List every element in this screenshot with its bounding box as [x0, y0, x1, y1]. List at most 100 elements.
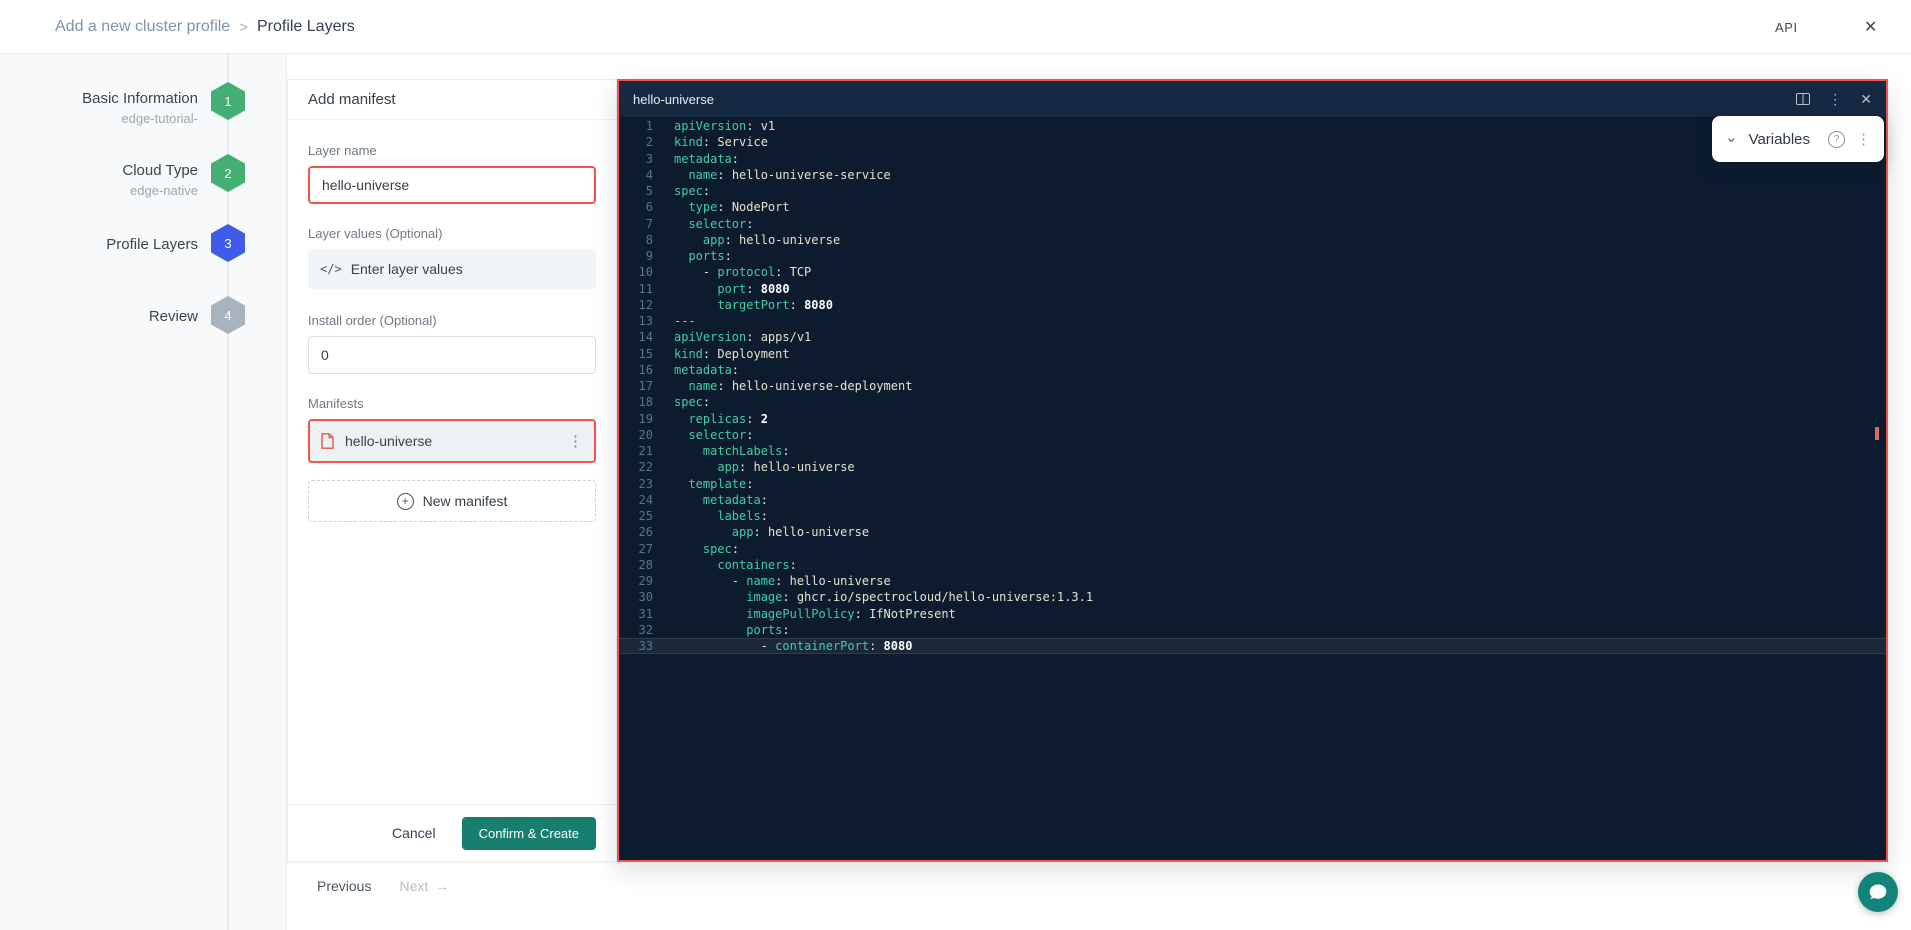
- variables-label: Variables: [1749, 131, 1817, 148]
- code-line: 11 port: 8080: [619, 281, 1886, 297]
- code-line: 2kind: Service: [619, 134, 1886, 150]
- code-line-content: ---: [653, 313, 696, 329]
- layer-name-input[interactable]: [308, 166, 596, 204]
- previous-button[interactable]: Previous: [317, 878, 371, 894]
- code-line-content: kind: Deployment: [653, 346, 790, 362]
- code-line: 18spec:: [619, 394, 1886, 410]
- line-number: 11: [619, 281, 653, 297]
- step-sublabel-cloud-type: edge-native: [0, 183, 198, 198]
- manifest-item[interactable]: hello-universe ⋮: [308, 419, 596, 463]
- code-line-content: apiVersion: apps/v1: [653, 329, 811, 345]
- step-badge-2[interactable]: 2: [211, 154, 245, 192]
- code-line: 3metadata:: [619, 151, 1886, 167]
- editor-kebab-icon[interactable]: ⋮: [1828, 92, 1842, 106]
- editor-header: hello-universe ⋮ ✕: [619, 81, 1886, 118]
- enter-layer-values-label: Enter layer values: [351, 261, 463, 277]
- line-number: 31: [619, 606, 653, 622]
- manifest-editor: hello-universe ⋮ ✕ 1apiVersion: v12kind:…: [617, 79, 1888, 862]
- help-icon[interactable]: ?: [1828, 131, 1845, 148]
- line-number: 3: [619, 151, 653, 167]
- code-line: 30 image: ghcr.io/spectrocloud/hello-uni…: [619, 589, 1886, 605]
- close-icon[interactable]: ✕: [1864, 0, 1877, 54]
- line-number: 15: [619, 346, 653, 362]
- code-line: 1apiVersion: v1: [619, 118, 1886, 134]
- code-line-content: kind: Service: [653, 134, 768, 150]
- wizard-nav: Previous Next →: [317, 868, 449, 904]
- step-label-profile-layers[interactable]: Profile Layers: [0, 236, 198, 253]
- help-chat-button[interactable]: [1858, 872, 1898, 912]
- breadcrumb-current: Profile Layers: [257, 18, 355, 36]
- manifests-label: Manifests: [308, 396, 596, 411]
- code-line: 4 name: hello-universe-service: [619, 167, 1886, 183]
- line-number: 23: [619, 476, 653, 492]
- breadcrumb-root[interactable]: Add a new cluster profile: [55, 18, 230, 36]
- chevron-down-icon[interactable]: ⌄: [1725, 130, 1738, 145]
- line-number: 16: [619, 362, 653, 378]
- code-line-content: app: hello-universe: [653, 232, 840, 248]
- code-line: 10 - protocol: TCP: [619, 264, 1886, 280]
- code-line: 12 targetPort: 8080: [619, 297, 1886, 313]
- layer-name-label: Layer name: [308, 143, 596, 158]
- step-label-basic-information[interactable]: Basic Information: [0, 90, 198, 107]
- line-number: 22: [619, 459, 653, 475]
- plus-icon: +: [397, 493, 414, 510]
- split-view-icon[interactable]: [1796, 93, 1810, 105]
- line-number: 32: [619, 622, 653, 638]
- step-label-review[interactable]: Review: [0, 308, 198, 325]
- code-line: 8 app: hello-universe: [619, 232, 1886, 248]
- line-number: 5: [619, 183, 653, 199]
- line-number: 10: [619, 264, 653, 280]
- install-order-input[interactable]: [308, 336, 596, 374]
- code-line: 9 ports:: [619, 248, 1886, 264]
- code-line: 19 replicas: 2: [619, 411, 1886, 427]
- manifest-kebab-icon[interactable]: ⋮: [568, 434, 583, 449]
- code-line-content: spec:: [653, 394, 710, 410]
- install-order-label: Install order (Optional): [308, 313, 596, 328]
- code-line: 6 type: NodePort: [619, 199, 1886, 215]
- code-line-content: app: hello-universe: [653, 524, 869, 540]
- line-number: 7: [619, 216, 653, 232]
- breadcrumb: Add a new cluster profile > Profile Laye…: [55, 0, 355, 54]
- manifest-item-name: hello-universe: [345, 433, 557, 449]
- code-line-content: metadata:: [653, 151, 739, 167]
- next-button-label: Next: [399, 878, 428, 894]
- content-area: Add manifest Layer name Layer values (Op…: [286, 54, 1911, 930]
- code-line-content: apiVersion: v1: [653, 118, 775, 134]
- editor-title: hello-universe: [633, 92, 1796, 107]
- line-number: 29: [619, 573, 653, 589]
- code-line: 17 name: hello-universe-deployment: [619, 378, 1886, 394]
- cancel-button[interactable]: Cancel: [392, 825, 436, 841]
- line-number: 19: [619, 411, 653, 427]
- panel-footer: Cancel Confirm & Create: [288, 804, 616, 861]
- code-editor[interactable]: 1apiVersion: v12kind: Service3metadata:4…: [619, 118, 1886, 860]
- panel-title: Add manifest: [288, 80, 616, 120]
- editor-close-icon[interactable]: ✕: [1860, 92, 1872, 106]
- line-number: 4: [619, 167, 653, 183]
- code-line: 20 selector:: [619, 427, 1886, 443]
- code-line: 28 containers:: [619, 557, 1886, 573]
- code-line-content: matchLabels:: [653, 443, 790, 459]
- enter-layer-values-button[interactable]: </> Enter layer values: [308, 249, 596, 289]
- code-line: 21 matchLabels:: [619, 443, 1886, 459]
- code-line: 25 labels:: [619, 508, 1886, 524]
- code-line-content: ports:: [653, 248, 732, 264]
- code-line-content: template:: [653, 476, 753, 492]
- confirm-create-button[interactable]: Confirm & Create: [462, 817, 596, 850]
- breadcrumb-separator: >: [239, 19, 248, 36]
- code-line-content: name: hello-universe-deployment: [653, 378, 912, 394]
- step-badge-4[interactable]: 4: [211, 296, 245, 334]
- code-line-content: metadata:: [653, 362, 739, 378]
- code-line-content: metadata:: [653, 492, 768, 508]
- step-badge-1[interactable]: 1: [211, 82, 245, 120]
- line-number: 30: [619, 589, 653, 605]
- line-number: 26: [619, 524, 653, 540]
- code-line-content: image: ghcr.io/spectrocloud/hello-univer…: [653, 589, 1093, 605]
- next-button[interactable]: Next →: [399, 878, 449, 894]
- step-badge-3[interactable]: 3: [211, 224, 245, 262]
- line-number: 8: [619, 232, 653, 248]
- api-button[interactable]: API: [1775, 0, 1798, 54]
- variables-kebab-icon[interactable]: ⋮: [1856, 132, 1871, 147]
- variables-dropdown[interactable]: ⌄ Variables ? ⋮: [1712, 116, 1884, 162]
- step-label-cloud-type[interactable]: Cloud Type: [0, 162, 198, 179]
- new-manifest-button[interactable]: + New manifest: [308, 480, 596, 522]
